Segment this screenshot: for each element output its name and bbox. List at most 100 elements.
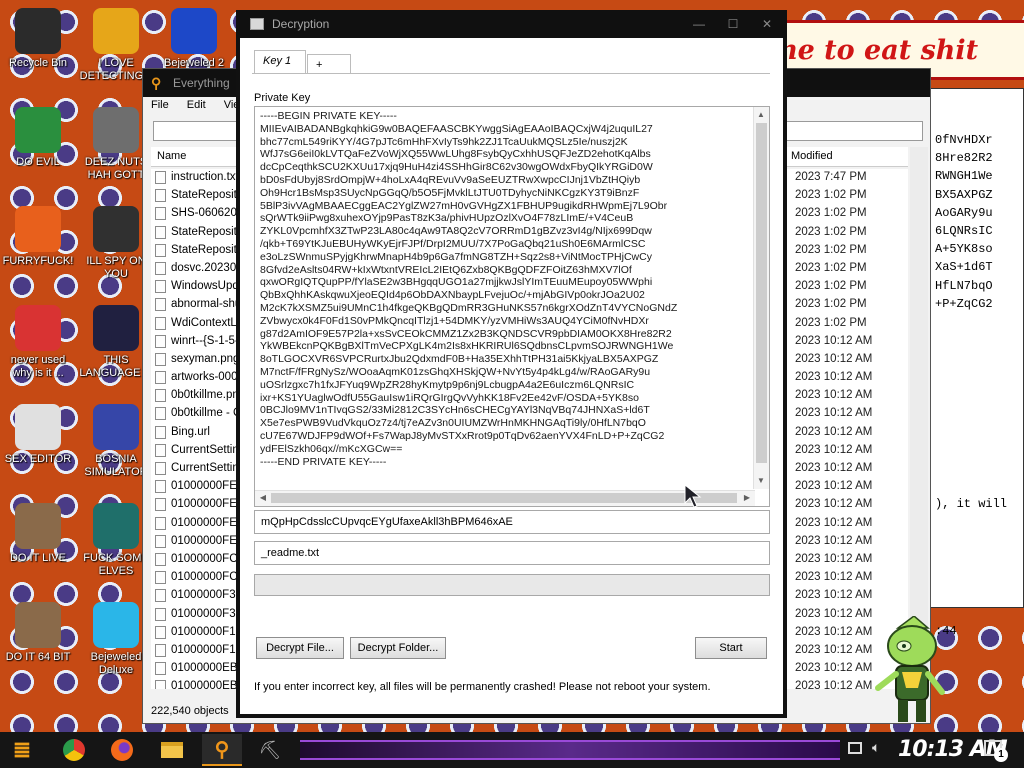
firefox-icon[interactable] — [102, 734, 142, 766]
desktop-icon[interactable]: DO IT 64 BIT — [0, 602, 76, 664]
file-modified: 2023 10:12 AM — [795, 425, 873, 438]
decryption-window[interactable]: Decryption — ☐ ✕ Key 1 + Private Key ---… — [236, 10, 787, 718]
file-icon — [155, 625, 166, 639]
network-icon[interactable] — [848, 742, 862, 754]
file-modified: 2023 10:12 AM — [795, 534, 873, 547]
file-icon — [155, 589, 166, 603]
file-modified: 2023 1:02 PM — [795, 225, 867, 238]
file-modified: 2023 10:12 AM — [795, 643, 873, 656]
file-name: 01000000FC4 — [171, 552, 244, 565]
decryption-titlebar[interactable]: Decryption — ☐ ✕ — [236, 10, 787, 38]
tab-key-1[interactable]: Key 1 — [254, 50, 306, 74]
file-name: dosvc.202306 — [171, 261, 243, 274]
private-key-line: -----BEGIN PRIVATE KEY----- — [260, 110, 397, 122]
terminal-line: A+5YK8so — [935, 242, 993, 257]
file-icon — [155, 607, 166, 621]
key-vertical-thumb[interactable] — [756, 123, 767, 463]
file-name: 01000000F3E — [171, 589, 244, 602]
file-modified: 2023 1:02 PM — [795, 261, 867, 274]
hxd-icon — [15, 404, 61, 450]
file-icon — [155, 189, 166, 203]
private-key-line: X5e7esPWB9VudVkquOz7z4/tj7eAZv3n0UIUMZWr… — [260, 417, 646, 430]
decryption-client: Key 1 + Private Key -----BEGIN PRIVATE K… — [240, 38, 783, 714]
volume-icon[interactable]: 🔈︎ — [872, 739, 880, 756]
private-key-textarea[interactable]: -----BEGIN PRIVATE KEY----- MIIEvAIBADANB… — [254, 106, 770, 507]
banner-text: me to eat shit — [769, 35, 979, 66]
decrypt-file-button[interactable]: Decrypt File... — [256, 637, 344, 659]
desktop-icon[interactable]: DO IT LIVE — [0, 503, 76, 565]
de-app-icon — [93, 8, 139, 54]
key-horizontal-thumb[interactable] — [271, 493, 737, 503]
tab-divider — [252, 73, 770, 74]
file-name: 01000000FE2 — [171, 516, 244, 529]
file-list-scrollbar[interactable] — [910, 147, 928, 691]
file-icon — [155, 225, 166, 239]
file-modified: 2023 10:12 AM — [795, 443, 873, 456]
menu-file[interactable]: File — [151, 99, 169, 121]
scroll-up-icon[interactable]: ▲ — [754, 108, 768, 122]
private-key-line: e3oLzSWnmuSPyjgKhrwMnapH4b9p6Ga7fmNG8TZH… — [260, 250, 652, 263]
private-key-text[interactable]: -----BEGIN PRIVATE KEY----- MIIEvAIBADANB… — [260, 110, 750, 468]
private-key-line: 8oTLGOCXVR6SVPCRurtxJbu2QdxmdF0B+Ha35EXh… — [260, 353, 659, 366]
file-modified: 2023 10:12 AM — [795, 662, 873, 675]
decrypt-folder-button[interactable]: Decrypt Folder... — [350, 637, 446, 659]
progress-bar — [254, 574, 770, 596]
terminal-line: +P+ZqCG2 — [935, 296, 993, 311]
scroll-left-icon[interactable]: ◀ — [256, 491, 270, 505]
terminal-line: RWNGH1We — [935, 169, 993, 184]
scroll-right-icon[interactable]: ▶ — [740, 491, 754, 505]
desktop-icon-label: DO EVIL — [16, 156, 60, 168]
taskbar-purple-stripe — [300, 740, 840, 760]
file-icon — [155, 534, 166, 548]
key-vertical-scrollbar[interactable]: ▲ ▼ — [753, 107, 769, 489]
explorer-icon[interactable] — [152, 734, 192, 766]
desktop-icon[interactable]: never used why is it ... — [0, 305, 76, 380]
terminal-line: AoGARy9u — [935, 205, 993, 220]
file-name: 01000000FE4 — [171, 480, 244, 493]
minimize-button[interactable]: — — [682, 10, 716, 38]
column-modified[interactable]: Modified — [791, 150, 833, 162]
private-key-line: /qkb+T69YtKJuEBUHyWKyEjrFJPf/DrpI2MUU/7X… — [260, 237, 646, 250]
search-icon[interactable]: ⚲ — [202, 734, 242, 766]
menu-edit[interactable]: Edit — [187, 99, 206, 121]
pickaxe-icon[interactable]: ⛏ — [250, 734, 290, 766]
file-name: CurrentSetting — [171, 443, 246, 456]
column-name[interactable]: Name — [157, 150, 186, 162]
start-icon[interactable]: ≣ — [2, 734, 42, 766]
private-key-line: g87d2AmIOF9E57P2la+xsSvCEOkCMMZ1Zx2B3KQN… — [260, 327, 672, 340]
scroll-down-icon[interactable]: ▼ — [754, 474, 768, 488]
file-modified: 2023 10:12 AM — [795, 352, 873, 365]
file-modified: 2023 10:12 AM — [795, 607, 873, 620]
tab-add[interactable]: + — [307, 54, 351, 74]
desktop-icon[interactable]: DO EVIL — [0, 107, 76, 169]
close-button[interactable]: ✕ — [750, 10, 784, 38]
start-button[interactable]: Start — [695, 637, 767, 659]
desktop-icon[interactable]: FURRYFUCK! — [0, 206, 76, 268]
mascot-character-icon — [875, 616, 945, 722]
file-icon — [155, 443, 166, 457]
desktop-icon[interactable]: Bejeweled 2 — [156, 8, 232, 70]
file-icon — [155, 571, 166, 585]
file-name: Bing.url — [171, 425, 210, 438]
key-horizontal-scrollbar[interactable]: ◀ ▶ — [255, 490, 755, 506]
decryption-app-icon — [250, 18, 264, 30]
desktop-icon[interactable]: Recycle Bin — [0, 8, 76, 70]
file-icon — [155, 352, 166, 366]
chrome-icon[interactable] — [54, 734, 94, 766]
spy-icon — [93, 206, 139, 252]
maximize-button[interactable]: ☐ — [716, 10, 750, 38]
desktop-icon[interactable]: SEX EDITOR — [0, 404, 76, 466]
private-key-line: -----END PRIVATE KEY----- — [260, 455, 387, 468]
decryption-key-input[interactable]: mQpHpCdsslcCUpvqcEYgUfaxeAkll3hBPM646xAE — [254, 510, 770, 534]
file-modified: 2023 1:02 PM — [795, 298, 867, 311]
readme-filename-input[interactable]: _readme.txt — [254, 541, 770, 565]
file-modified: 2023 10:12 AM — [795, 680, 873, 689]
private-key-line: ydFElSzkh06qx//mKcXGCw== — [260, 442, 403, 455]
terminal-line: 8Hre82R2 — [935, 151, 993, 166]
